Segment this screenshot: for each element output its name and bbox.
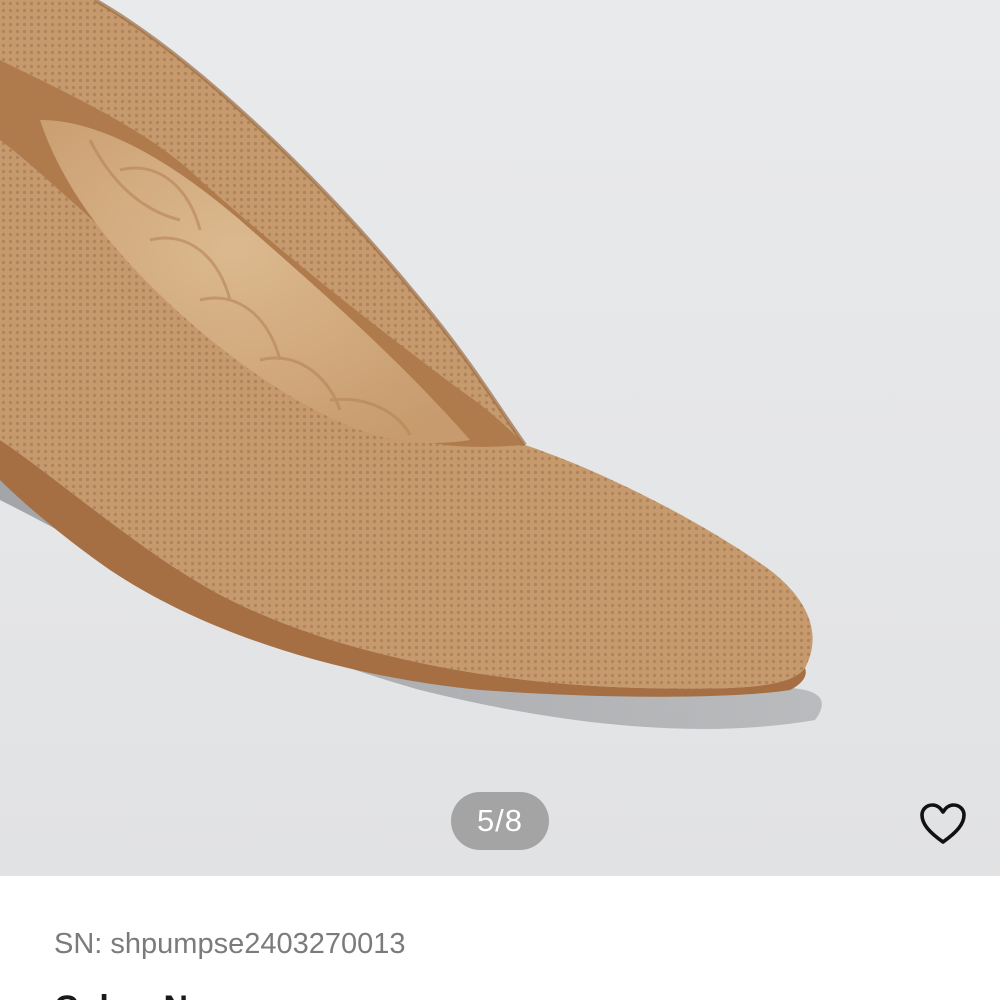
page-indicator-text: 5/8 [476,803,524,838]
favorite-button[interactable] [914,798,972,850]
heart-outline-icon [920,803,966,844]
product-color-label: Color: Na [54,989,207,1000]
product-info: SN: shpumpse2403270013 Color: Na [0,876,1000,1000]
product-image-gallery[interactable]: 5/8 [0,0,1000,876]
shoe-body [0,0,813,689]
page-indicator: 5/8 [451,792,549,850]
product-photo [0,0,822,729]
product-sn: SN: shpumpse2403270013 [54,928,406,960]
